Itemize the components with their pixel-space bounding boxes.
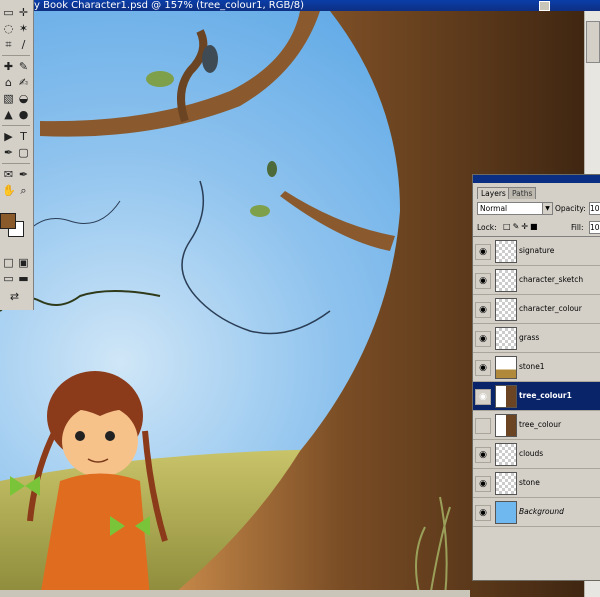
layer-thumbnail xyxy=(495,269,517,292)
layer-row[interactable]: ◉ character_colour xyxy=(473,295,600,324)
window-button[interactable] xyxy=(539,1,550,11)
layer-name: stone1 xyxy=(519,362,545,371)
gradient-tool-icon[interactable]: ◒ xyxy=(17,92,30,105)
move-tool-icon[interactable]: ✛ xyxy=(17,6,30,19)
foreground-color-swatch[interactable] xyxy=(0,213,16,229)
shape-tool-icon[interactable]: ▢ xyxy=(17,146,30,159)
history-brush-tool-icon[interactable]: ✍ xyxy=(17,76,30,89)
standard-mode-icon[interactable]: □ xyxy=(2,256,15,269)
opacity-label: Opacity: xyxy=(555,204,586,213)
layer-thumbnail xyxy=(495,327,517,350)
layer-name: grass xyxy=(519,333,540,342)
layer-row[interactable]: ◉ stone1 xyxy=(473,353,600,382)
scrollbar-thumb[interactable] xyxy=(586,21,600,63)
visibility-toggle-off[interactable] xyxy=(475,418,491,434)
visibility-eye-icon[interactable]: ◉ xyxy=(475,331,491,347)
toolbar-divider xyxy=(2,55,30,56)
stamp-tool-icon[interactable]: ⌂ xyxy=(2,76,15,89)
tab-paths[interactable]: Paths xyxy=(508,187,537,199)
lock-options: □✎✛■ xyxy=(503,222,540,231)
type-tool-icon[interactable]: T xyxy=(17,130,30,143)
layer-row[interactable]: ◉ signature xyxy=(473,237,600,266)
toolbar-divider xyxy=(2,125,30,126)
visibility-eye-icon[interactable]: ◉ xyxy=(475,360,491,376)
notes-tool-icon[interactable]: ✉ xyxy=(2,168,15,181)
document-title-bar[interactable]: y Book Character1.psd @ 157% (tree_colou… xyxy=(0,0,600,11)
quick-mask-mode-icon[interactable]: ▣ xyxy=(17,256,30,269)
layer-thumbnail xyxy=(495,472,517,495)
layer-name: clouds xyxy=(519,449,544,458)
zoom-tool-icon[interactable]: ⌕ xyxy=(17,184,30,197)
layer-thumbnail xyxy=(495,385,517,408)
eyedropper-tool-icon[interactable]: ✒ xyxy=(17,168,30,181)
status-bar xyxy=(0,590,470,597)
tab-layers[interactable]: Layers xyxy=(477,187,510,199)
layer-row[interactable]: ◉ Background xyxy=(473,498,600,527)
fill-input[interactable]: 100 xyxy=(589,221,600,234)
layer-name: Background xyxy=(519,507,564,516)
toolbar-divider xyxy=(2,163,30,164)
layer-row-selected[interactable]: ◉ tree_colour1 xyxy=(473,382,600,411)
panel-title-bar[interactable] xyxy=(473,175,600,183)
layer-name: character_colour xyxy=(519,304,582,313)
chevron-down-icon[interactable]: ▼ xyxy=(542,203,552,214)
lock-transparency-icon[interactable]: □ xyxy=(503,222,513,231)
hand-tool-icon[interactable]: ✋ xyxy=(2,184,16,197)
lock-image-icon[interactable]: ✎ xyxy=(513,222,522,231)
healing-tool-icon[interactable]: ✚ xyxy=(2,60,15,73)
layers-panel: Layers Paths Normal ▼ Opacity: 100 Lock:… xyxy=(472,174,600,581)
tools-toolbar: ▭ ✛ ◌ ✶ ⌗ ∕ ✚ ✎ ⌂ ✍ ▧ ◒ ▲ ● ▶ T ✒ ▢ ✉ ✒ … xyxy=(0,0,34,310)
layer-row[interactable]: ◉ character_sketch xyxy=(473,266,600,295)
dodge-tool-icon[interactable]: ● xyxy=(17,108,30,121)
visibility-eye-icon[interactable]: ◉ xyxy=(475,244,491,260)
layer-thumbnail xyxy=(495,240,517,263)
layer-row[interactable]: ◉ grass xyxy=(473,324,600,353)
layer-row[interactable]: ◉ stone xyxy=(473,469,600,498)
layer-list: ◉ signature ◉ character_sketch ◉ charact… xyxy=(473,236,600,581)
brush-tool-icon[interactable]: ✎ xyxy=(17,60,30,73)
lasso-tool-icon[interactable]: ◌ xyxy=(2,22,15,35)
layer-thumbnail xyxy=(495,501,517,524)
blend-mode-value: Normal xyxy=(480,204,508,213)
slice-tool-icon[interactable]: ∕ xyxy=(17,38,30,51)
visibility-eye-icon[interactable]: ◉ xyxy=(475,389,491,405)
layer-thumbnail xyxy=(495,443,517,466)
visibility-eye-icon[interactable]: ◉ xyxy=(475,476,491,492)
layer-name: signature xyxy=(519,246,555,255)
magic-wand-tool-icon[interactable]: ✶ xyxy=(17,22,30,35)
visibility-eye-icon[interactable]: ◉ xyxy=(475,505,491,521)
layer-row[interactable]: tree_colour xyxy=(473,411,600,440)
layer-name: tree_colour1 xyxy=(519,391,572,400)
crop-tool-icon[interactable]: ⌗ xyxy=(2,38,15,51)
marquee-tool-icon[interactable]: ▭ xyxy=(2,6,15,19)
layer-name: tree_colour xyxy=(519,420,562,429)
opacity-input[interactable]: 100 xyxy=(589,202,600,215)
layer-row[interactable]: ◉ clouds xyxy=(473,440,600,469)
screen-mode-full-icon[interactable]: ▬ xyxy=(17,272,30,285)
blur-tool-icon[interactable]: ▲ xyxy=(2,108,15,121)
screen-mode-standard-icon[interactable]: ▭ xyxy=(2,272,15,285)
layer-thumbnail xyxy=(495,356,517,379)
lock-label: Lock: xyxy=(477,223,497,232)
layer-name: character_sketch xyxy=(519,275,584,284)
jump-to-imageready-icon[interactable]: ⇄ xyxy=(8,290,21,303)
layer-thumbnail xyxy=(495,414,517,437)
layer-thumbnail xyxy=(495,298,517,321)
path-selection-tool-icon[interactable]: ▶ xyxy=(2,130,15,143)
lock-position-icon[interactable]: ✛ xyxy=(521,222,530,231)
visibility-eye-icon[interactable]: ◉ xyxy=(475,447,491,463)
lock-all-icon[interactable]: ■ xyxy=(530,222,540,231)
document-title: y Book Character1.psd @ 157% (tree_colou… xyxy=(34,0,304,11)
blend-mode-select[interactable]: Normal ▼ xyxy=(477,202,553,215)
eraser-tool-icon[interactable]: ▧ xyxy=(2,92,15,105)
pen-tool-icon[interactable]: ✒ xyxy=(2,146,15,159)
panel-tabs: Layers Paths xyxy=(473,184,600,199)
visibility-eye-icon[interactable]: ◉ xyxy=(475,302,491,318)
visibility-eye-icon[interactable]: ◉ xyxy=(475,273,491,289)
layer-name: stone xyxy=(519,478,540,487)
fill-label: Fill: xyxy=(571,223,584,232)
